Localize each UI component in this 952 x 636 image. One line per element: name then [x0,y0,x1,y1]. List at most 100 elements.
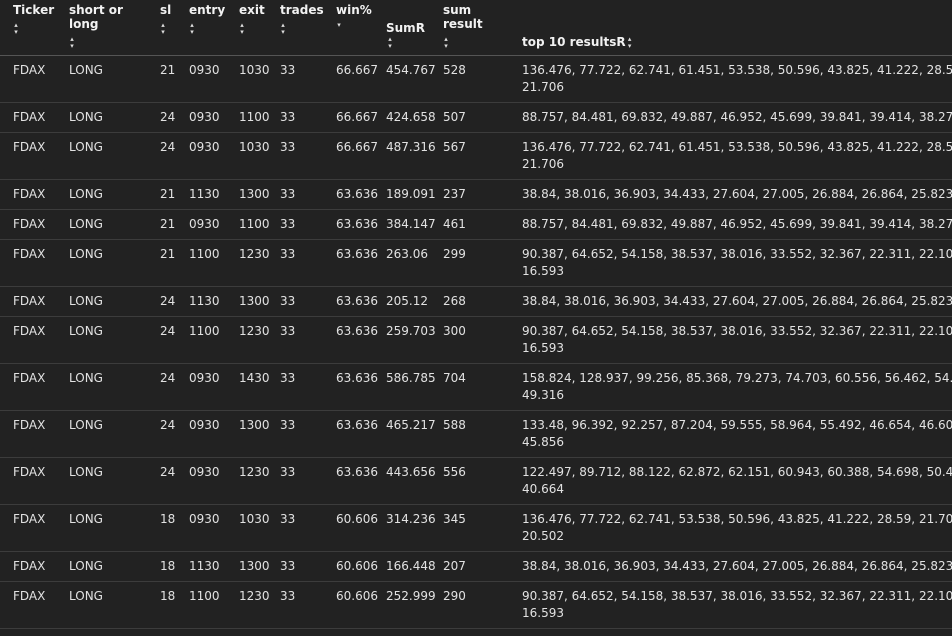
sort-both-icon[interactable]: ▴▾ [159,21,167,35]
cell-exit: 1300 [226,179,270,210]
table-row[interactable]: FDAX LONG 24 0930 1230 33 63.636 443.656 556 122.… [0,457,952,505]
cell-trades: 33 [267,551,323,582]
cell-exit: 1100 [226,102,270,133]
cell-win-pct: 63.636 [323,363,378,411]
table-row[interactable]: FDAX LONG 21 0930 1100 33 63.636 384.147 461 88.7… [0,209,952,240]
cell-direction: LONG [56,209,147,240]
cell-direction: LONG [56,504,147,552]
cell-ticker: FDAX [0,410,56,458]
table-row[interactable]: FDAX LONG 18 1100 1230 33 60.606 252.999 290 90.3… [0,581,952,629]
cell-trades: 33 [267,132,323,180]
cell-top10: 38.84, 38.016, 36.903, 34.433, 27.604, 2… [509,286,952,317]
table-row[interactable]: FDAX LONG 21 1130 1300 33 63.636 189.091 237 38.8… [0,179,952,210]
cell-sl: 24 [147,363,176,411]
cell-trades: 33 [267,457,323,505]
cell-exit: 1300 [226,286,270,317]
sort-both-icon[interactable]: ▴▾ [386,35,394,49]
column-header-direction[interactable]: short or long ▴▾ [56,0,147,56]
cell-sumR: 454.767 [373,55,436,103]
cell-trades: 33 [267,504,323,552]
cell-top10: 88.757, 84.481, 69.832, 49.887, 46.952, … [509,102,952,133]
sort-both-icon[interactable]: ▴▾ [12,21,20,35]
sort-both-icon[interactable]: ▴▾ [442,35,450,49]
cell-sumR: 416.547 [373,628,430,636]
sort-both-icon[interactable]: ▴▾ [626,35,634,49]
cell-sl: 24 [147,316,176,364]
column-header-label: Ticker [13,3,55,17]
cell-trades: 33 [267,102,323,133]
cell-exit: 1430 [226,363,270,411]
cell-sl: 21 [147,239,176,287]
sort-both-icon[interactable]: ▴▾ [188,21,196,35]
table-row[interactable]: FDAX LONG 18 1130 1300 33 60.606 166.448 207 38.8… [0,551,952,582]
cell-exit: 1230 [226,581,270,629]
cell-top10: 38.84, 38.016, 36.903, 34.433, 27.604, 2… [509,179,952,210]
cell-ticker: FDAX [0,286,56,317]
column-header-label: sl [160,3,172,17]
table-row[interactable]: FDAX LONG 24 0930 1100 33 66.667 424.658 507 88.7… [0,102,952,133]
cell-direction: LONG [56,102,147,133]
cell-entry: 1100 [176,239,226,287]
cell-trades: 33 [267,316,323,364]
table-row[interactable]: FDAX LONG 24 0930 1300 33 63.636 465.217 588 133.… [0,410,952,458]
cell-sumR: 252.999 [373,581,436,629]
table-row[interactable]: FDAXLONG21110014303360.606416.547423104.… [0,628,952,636]
cell-top10: 133.48, 96.392, 92.257, 87.204, 59.555, … [509,410,952,458]
table-row[interactable]: FDAX LONG 21 1100 1230 33 63.636 263.06 299 90.38… [0,239,952,287]
column-header-exit[interactable]: exit ▴▾ [226,0,267,56]
cell-top10: 90.387, 64.652, 54.158, 38.537, 38.016, … [509,581,952,629]
cell-trades: 33 [267,581,323,629]
table-row[interactable]: FDAX LONG 24 1130 1300 33 63.636 205.12 268 38.84… [0,286,952,317]
cell-sumR: 384.147 [373,209,436,240]
column-header-win-pct[interactable]: win% ▾ [323,0,373,56]
cell-top10: 136.476, 77.722, 62.741, 61.451, 53.538,… [509,132,952,180]
cell-exit: 1030 [226,132,270,180]
cell-trades: 33 [267,628,323,636]
column-header-top10[interactable]: top 10 resultsR▴▾ [509,0,952,56]
cell-top10: 90.387, 64.652, 54.158, 38.537, 38.016, … [509,316,952,364]
cell-exit: 1030 [226,504,270,552]
cell-top10: 104.735, 80.409, 81.015, 74.343, 64.559,… [509,628,952,636]
cell-exit: 1230 [226,457,270,505]
sort-both-icon[interactable]: ▴▾ [68,35,76,49]
column-header-ticker[interactable]: Ticker ▴▾ [0,0,56,56]
column-header-entry[interactable]: entry ▴▾ [176,0,226,56]
sort-both-icon[interactable]: ▴▾ [238,21,246,35]
cell-exit: 1300 [226,551,270,582]
column-header-trades[interactable]: trades ▴▾ [267,0,324,56]
cell-sl: 24 [147,132,176,180]
cell-direction: LONG [56,363,147,411]
cell-trades: 33 [267,55,323,103]
cell-ticker: FDAX [0,551,56,582]
sort-desc-icon[interactable]: ▾ [335,21,343,28]
table-row[interactable]: FDAX LONG 21 0930 1030 33 66.667 454.767 528 136.… [0,55,952,103]
cell-sum-result: 588 [430,410,509,458]
cell-sumR: 465.217 [373,410,436,458]
cell-ticker: FDAX [0,504,56,552]
column-header-sum-result[interactable]: sum result ▴▾ [430,0,509,56]
column-header-sumR[interactable]: SumR▴▾ [373,0,430,56]
cell-win-pct: 60.606 [323,581,378,629]
cell-entry: 1100 [176,628,226,636]
sort-both-icon[interactable]: ▴▾ [279,21,287,35]
cell-win-pct: 60.606 [323,628,373,636]
cell-entry: 1130 [176,551,226,582]
table-row[interactable]: FDAX LONG 24 0930 1430 33 63.636 586.785 704 158.… [0,363,952,411]
column-header-label: entry [189,3,226,17]
cell-win-pct: 66.667 [323,55,378,103]
cell-trades: 33 [267,239,323,287]
cell-direction: LONG [56,410,147,458]
cell-direction: LONG [56,628,147,636]
table-row[interactable]: FDAX LONG 18 0930 1030 33 60.606 314.236 345 136.… [0,504,952,552]
table-row[interactable]: FDAX LONG 24 1100 1230 33 63.636 259.703 300 90.3… [0,316,952,364]
cell-entry: 0930 [176,55,226,103]
cell-direction: LONG [56,581,147,629]
cell-ticker: FDAX [0,55,56,103]
cell-entry: 1100 [176,581,226,629]
cell-win-pct: 63.636 [323,457,378,505]
cell-sl: 18 [147,551,176,582]
column-header-sl[interactable]: sl ▴▾ [147,0,176,56]
cell-win-pct: 63.636 [323,410,378,458]
cell-sum-result: 507 [430,102,509,133]
table-row[interactable]: FDAX LONG 24 0930 1030 33 66.667 487.316 567 136.… [0,132,952,180]
